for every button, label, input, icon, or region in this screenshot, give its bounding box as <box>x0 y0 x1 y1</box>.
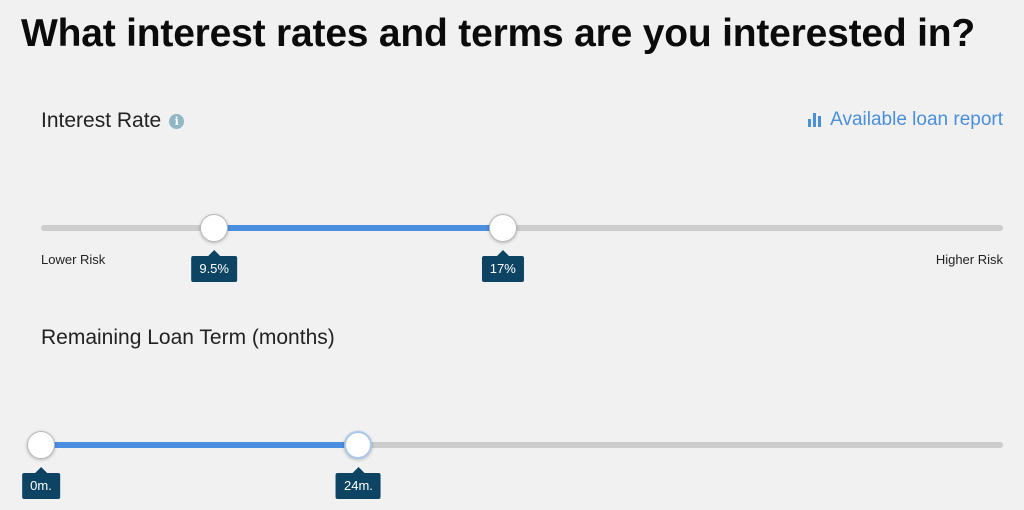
available-loan-report-label: Available loan report <box>830 109 1003 130</box>
interest-rate-min-value: 9.5% <box>191 250 237 282</box>
loan-term-max-value: 24m. <box>336 467 381 499</box>
interest-rate-max-handle[interactable] <box>488 214 517 242</box>
interest-rate-heading: Interest Rate i <box>41 109 185 133</box>
loan-term-label: Remaining Loan Term (months) <box>41 326 335 349</box>
lower-risk-label: Lower Risk <box>41 252 106 267</box>
interest-rate-min-handle[interactable] <box>200 214 229 242</box>
available-loan-report-link[interactable]: Available loan report <box>808 109 1003 131</box>
higher-risk-label: Higher Risk <box>935 252 1003 267</box>
loan-term-slider-range <box>41 442 359 448</box>
loan-term-slider-track[interactable] <box>41 442 1003 448</box>
bar-chart-icon <box>808 113 822 127</box>
loan-term-min-handle[interactable] <box>27 431 55 459</box>
interest-rate-slider-range <box>214 225 503 231</box>
loan-term-min-value: 0m. <box>22 467 60 499</box>
interest-rate-label: Interest Rate <box>41 109 162 132</box>
loan-term-max-handle[interactable] <box>344 431 373 459</box>
info-icon[interactable]: i <box>169 113 185 129</box>
interest-rate-slider-track[interactable] <box>41 225 1003 231</box>
page-title: What interest rates and terms are you in… <box>21 12 976 55</box>
interest-rate-max-value: 17% <box>481 250 524 282</box>
